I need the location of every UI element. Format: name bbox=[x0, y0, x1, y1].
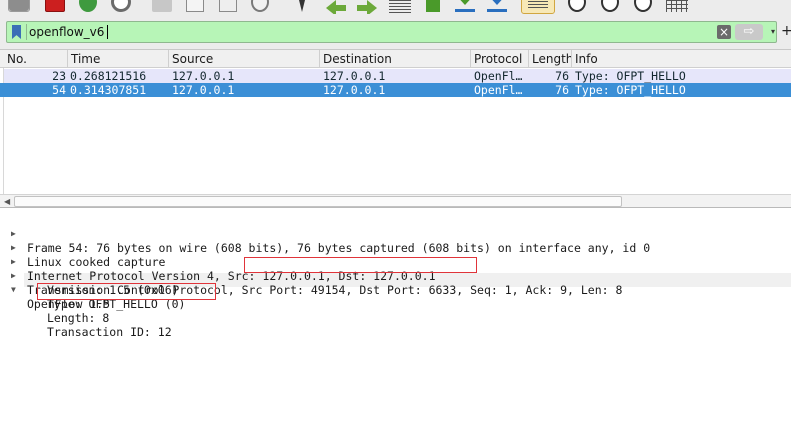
cell-info: Type: OFPT_HELLO bbox=[575, 83, 686, 97]
last-packet-button[interactable] bbox=[455, 0, 475, 12]
display-filter-input[interactable] bbox=[29, 23, 709, 41]
open-file-button[interactable] bbox=[152, 0, 172, 12]
main-toolbar bbox=[0, 0, 791, 14]
collapse-arrow-icon[interactable]: ▼ bbox=[11, 283, 16, 297]
clear-filter-icon[interactable]: × bbox=[717, 25, 731, 39]
table-row-selected[interactable]: 54 0.314307851 127.0.0.1 127.0.0.1 OpenF… bbox=[4, 83, 791, 97]
column-header-destination[interactable]: Destination bbox=[320, 50, 471, 68]
shark-fin-icon bbox=[9, 0, 29, 11]
cell-destination: 127.0.0.1 bbox=[323, 83, 386, 97]
port-annotation-box bbox=[244, 257, 477, 273]
column-header-no[interactable]: No. bbox=[4, 50, 68, 68]
tree-item-length[interactable]: Length: 8 bbox=[47, 311, 109, 325]
autoscroll-button[interactable] bbox=[487, 0, 507, 12]
recent-filters-dropdown-icon[interactable]: ▾ bbox=[768, 24, 778, 40]
column-header-info[interactable]: Info bbox=[572, 50, 791, 68]
cell-no: 23 bbox=[52, 69, 66, 83]
cell-time: 0.314307851 bbox=[70, 83, 147, 97]
cell-no: 54 bbox=[52, 83, 66, 97]
stop-capture-button[interactable] bbox=[45, 0, 65, 12]
add-filter-button-icon[interactable]: + bbox=[781, 23, 791, 39]
cell-source: 127.0.0.1 bbox=[172, 69, 235, 83]
packet-details-tree[interactable]: ▶ Frame 54: 76 bytes on wire (608 bits),… bbox=[0, 210, 791, 433]
cell-length: 76 bbox=[555, 69, 569, 83]
normal-size-button[interactable] bbox=[634, 0, 652, 12]
go-forward-button[interactable] bbox=[357, 0, 377, 14]
scroll-left-icon[interactable]: ◀ bbox=[4, 195, 10, 208]
column-header-length[interactable]: Length bbox=[529, 50, 572, 68]
display-filter-box: × ⇨ ▾ bbox=[6, 21, 777, 43]
bookmark-icon[interactable] bbox=[12, 25, 21, 39]
first-packet-button[interactable] bbox=[426, 0, 440, 12]
column-header-source[interactable]: Source bbox=[169, 50, 320, 68]
save-file-button[interactable] bbox=[186, 0, 204, 12]
tree-item-ipv4[interactable]: ▶ Internet Protocol Version 4, Src: 127.… bbox=[0, 241, 791, 283]
cell-source: 127.0.0.1 bbox=[172, 83, 235, 97]
find-packet-icon[interactable] bbox=[297, 0, 307, 12]
version-annotation-box bbox=[37, 283, 216, 300]
tree-item-linux-cooked[interactable]: ▶ Linux cooked capture bbox=[0, 227, 791, 269]
cell-destination: 127.0.0.1 bbox=[323, 69, 386, 83]
packet-list[interactable]: No. Time Source Destination Protocol Len… bbox=[0, 50, 791, 195]
go-back-button[interactable] bbox=[326, 0, 346, 14]
column-header-time[interactable]: Time bbox=[68, 50, 169, 68]
cell-protocol: OpenFl… bbox=[474, 83, 523, 97]
tree-item-transaction-id[interactable]: Transaction ID: 12 bbox=[47, 325, 172, 339]
packet-list-horizontal-scrollbar[interactable]: ◀ bbox=[0, 194, 791, 208]
capture-options-button[interactable] bbox=[111, 0, 131, 12]
start-capture-button[interactable] bbox=[8, 0, 30, 12]
scrollbar-thumb[interactable] bbox=[14, 196, 622, 207]
apply-filter-icon[interactable]: ⇨ bbox=[735, 24, 763, 40]
tree-item-frame[interactable]: ▶ Frame 54: 76 bytes on wire (608 bits),… bbox=[0, 213, 791, 255]
table-row[interactable]: 23 0.268121516 127.0.0.1 127.0.0.1 OpenF… bbox=[4, 69, 791, 83]
restart-capture-button[interactable] bbox=[79, 0, 97, 12]
cell-time: 0.268121516 bbox=[70, 69, 147, 83]
colorize-button[interactable] bbox=[521, 0, 555, 14]
cell-info: Type: OFPT_HELLO bbox=[575, 69, 686, 83]
cell-length: 76 bbox=[555, 83, 569, 97]
close-file-button[interactable] bbox=[219, 0, 237, 12]
filter-separator bbox=[26, 24, 27, 40]
column-header-protocol[interactable]: Protocol bbox=[471, 50, 529, 68]
display-filter-bar: × ⇨ ▾ + bbox=[0, 14, 791, 50]
cell-protocol: OpenFl… bbox=[474, 69, 523, 83]
resize-columns-button[interactable] bbox=[666, 0, 688, 12]
zoom-out-button[interactable] bbox=[601, 0, 619, 12]
go-to-packet-button[interactable] bbox=[389, 0, 411, 14]
text-caret bbox=[107, 25, 108, 39]
packet-list-header: No. Time Source Destination Protocol Len… bbox=[0, 50, 791, 68]
reload-file-button[interactable] bbox=[251, 0, 269, 12]
zoom-in-button[interactable] bbox=[568, 0, 586, 12]
